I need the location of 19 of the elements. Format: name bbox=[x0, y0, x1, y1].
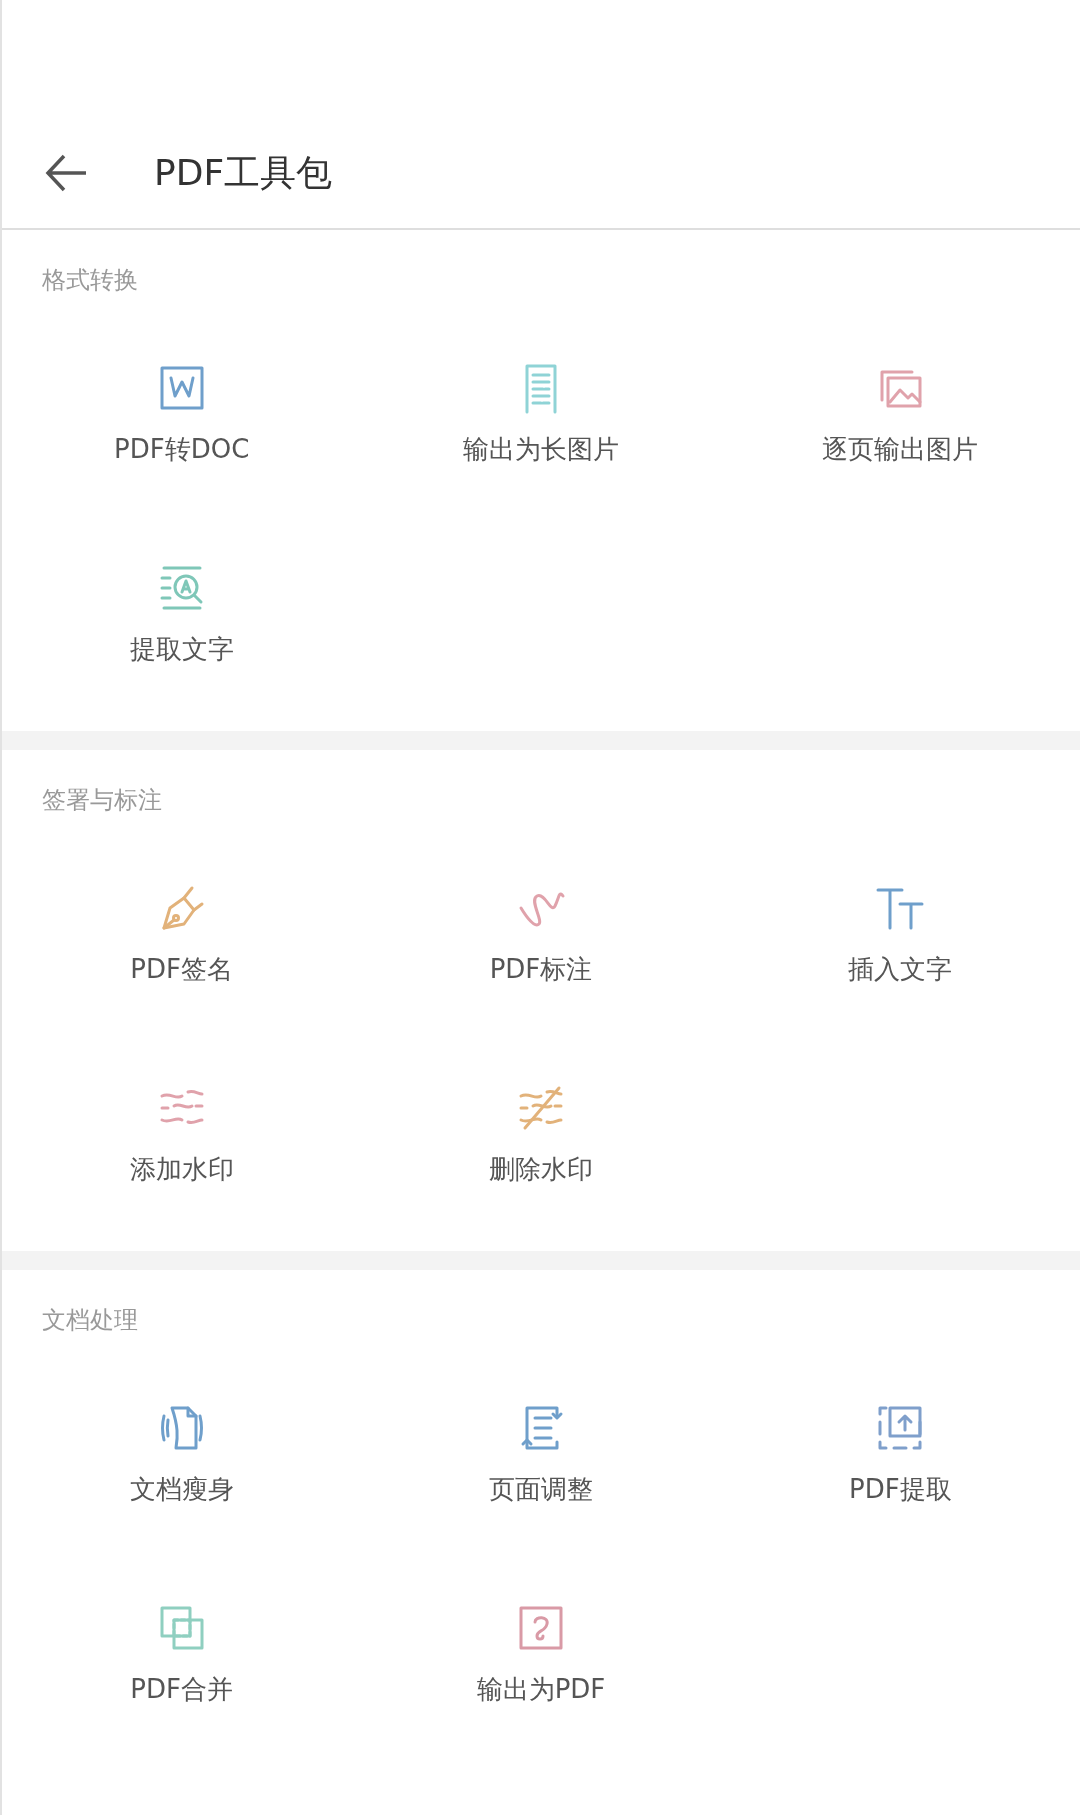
page-title: PDF工具包 bbox=[154, 150, 333, 195]
tool-label[interactable]: PDF提取 bbox=[849, 1474, 952, 1504]
tool-label[interactable]: 插入文字 bbox=[848, 954, 953, 984]
tool-label[interactable]: PDF签名 bbox=[130, 954, 233, 984]
tool-label[interactable]: 输出为长图片 bbox=[463, 434, 619, 464]
tool-label[interactable]: PDF转DOC bbox=[114, 434, 250, 464]
tool-label[interactable]: 提取文字 bbox=[129, 634, 234, 664]
tool-label[interactable]: 文档瘦身 bbox=[129, 1474, 234, 1504]
tool-label[interactable]: 输出为PDF bbox=[476, 1674, 606, 1704]
section-title: 签署与标注 bbox=[41, 785, 163, 815]
tool-label[interactable]: PDF标注 bbox=[489, 954, 593, 984]
tool-label[interactable]: 删除水印 bbox=[489, 1154, 593, 1184]
tool-label[interactable]: 添加水印 bbox=[129, 1154, 234, 1184]
tool-label[interactable]: 逐页输出图片 bbox=[822, 434, 979, 464]
section-title: 文档处理 bbox=[41, 1305, 139, 1335]
tool-label[interactable]: 页面调整 bbox=[489, 1474, 593, 1504]
section-title: 格式转换 bbox=[41, 265, 139, 295]
back-arrow-icon bbox=[44, 153, 88, 193]
tool-label[interactable]: PDF合并 bbox=[130, 1674, 233, 1704]
